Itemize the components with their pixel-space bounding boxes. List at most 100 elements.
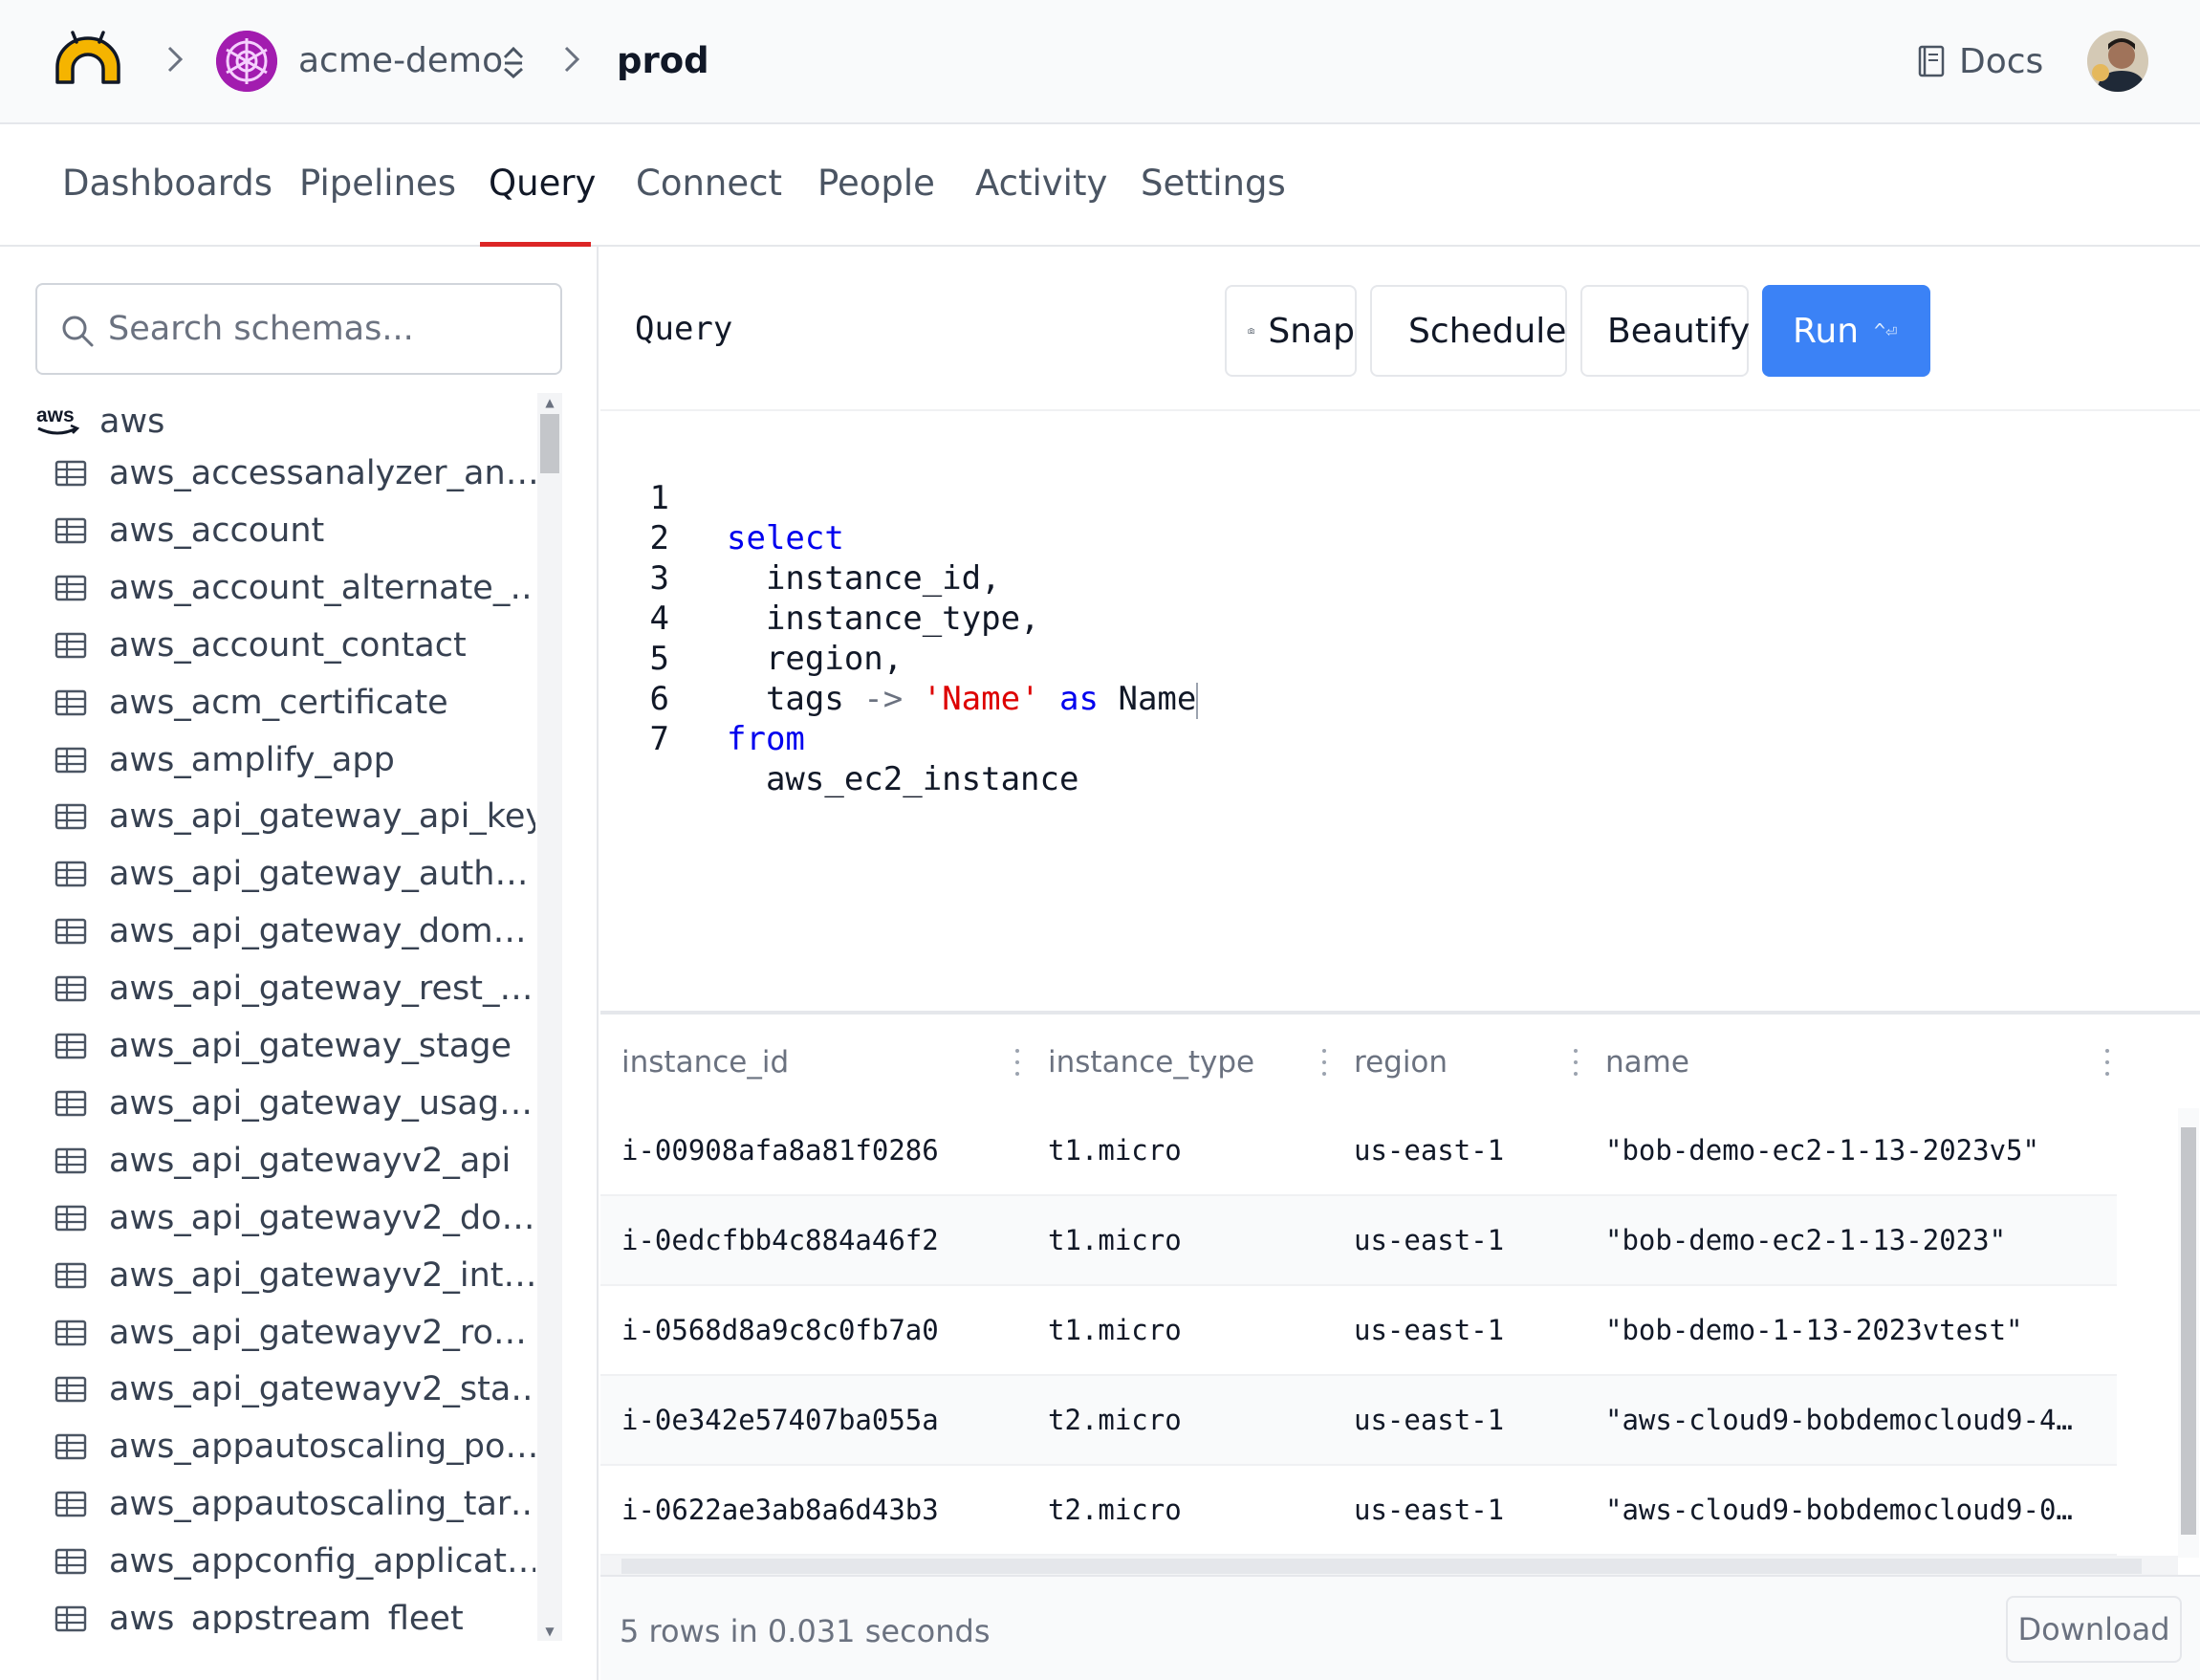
sidebar-table-item[interactable]: aws_api_gatewayv2_domain_name <box>54 1194 535 1242</box>
results-status: 5 rows in 0.031 seconds <box>620 1613 991 1649</box>
sql-editor[interactable]: 1 select 2 instance_id, 3 instance_type,… <box>600 413 2200 1011</box>
table-row[interactable]: i-0622ae3ab8a6d43b3 t2.micro us-east-1 "… <box>600 1466 2117 1556</box>
sidebar-table-item[interactable]: aws_api_gateway_domain_name <box>54 907 535 955</box>
results-horizontal-scrollbar[interactable] <box>600 1556 2178 1577</box>
tab-people[interactable]: People <box>817 163 935 205</box>
snap-button[interactable]: Snap <box>1225 285 1357 377</box>
schema-aws[interactable]: aws aws <box>34 398 164 446</box>
sidebar-table-item[interactable]: aws_acm_certificate <box>54 679 535 727</box>
sidebar-table-item[interactable]: aws_accessanalyzer_analyzer <box>54 449 535 497</box>
sidebar-table-item[interactable]: aws_appautoscaling_policy <box>54 1423 535 1471</box>
scroll-up-icon[interactable]: ▲ <box>537 393 562 412</box>
steampipe-logo-icon[interactable] <box>50 29 126 90</box>
code-line: 1 select <box>600 438 844 557</box>
workspace-name[interactable]: prod <box>617 42 709 80</box>
book-icon <box>1918 45 1945 77</box>
table-icon <box>54 862 87 887</box>
cell-instance-id[interactable]: i-0edcfbb4c884a46f2 <box>621 1221 1023 1259</box>
sidebar-table-item[interactable]: aws_account_alternate_contact <box>54 564 535 612</box>
cell-instance-type[interactable]: t2.micro <box>1048 1401 1335 1439</box>
cell-instance-type[interactable]: t1.micro <box>1048 1311 1335 1349</box>
schedule-button[interactable]: Schedule <box>1370 285 1567 377</box>
download-button[interactable]: Download <box>2006 1596 2182 1663</box>
cell-region[interactable]: us-east-1 <box>1354 1491 1583 1529</box>
user-avatar[interactable] <box>2087 31 2148 92</box>
scrollbar-thumb[interactable] <box>540 414 559 473</box>
beautify-button[interactable]: Beautify ^B <box>1580 285 1788 377</box>
cell-region[interactable]: us-east-1 <box>1354 1311 1583 1349</box>
code-text: tags <box>727 680 864 718</box>
tab-settings[interactable]: Settings <box>1141 163 1286 205</box>
sidebar-table-item[interactable]: aws_appconfig_application <box>54 1538 535 1585</box>
run-button[interactable]: Run ^⏎ <box>1762 285 1930 377</box>
cell-instance-id[interactable]: i-0622ae3ab8a6d43b3 <box>621 1491 1023 1529</box>
tab-activity[interactable]: Activity <box>975 163 1107 205</box>
sidebar-table-item[interactable]: aws_appautoscaling_target <box>54 1480 535 1528</box>
sidebar-table-item[interactable]: aws_api_gateway_stage <box>54 1022 535 1070</box>
tab-query[interactable]: Query <box>489 163 596 205</box>
tab-connect[interactable]: Connect <box>636 163 782 205</box>
cell-region[interactable]: us-east-1 <box>1354 1221 1583 1259</box>
column-header-instance-type[interactable]: instance_type <box>1048 1043 1254 1081</box>
sidebar-scrollbar[interactable]: ▲ ▼ <box>537 393 562 1641</box>
schedule-label: Schedule <box>1408 311 1567 351</box>
chevron-up-down-icon[interactable] <box>501 44 526 80</box>
schema-search[interactable] <box>35 283 562 375</box>
cell-instance-id[interactable]: i-0568d8a9c8c0fb7a0 <box>621 1311 1023 1349</box>
cell-name[interactable]: "aws-cloud9-bobdemocloud9-0… <box>1605 1491 2112 1529</box>
code-line: 3 instance_type, <box>600 518 1040 638</box>
table-icon <box>54 1320 87 1345</box>
cell-instance-type[interactable]: t1.micro <box>1048 1221 1335 1259</box>
table-icon <box>54 1377 87 1403</box>
scrollbar-thumb[interactable] <box>2181 1127 2196 1535</box>
results-vertical-scrollbar[interactable] <box>2178 1108 2199 1558</box>
sidebar-table-item[interactable]: aws_api_gateway_usage_plan <box>54 1080 535 1127</box>
cell-region[interactable]: us-east-1 <box>1354 1131 1583 1169</box>
table-name: aws_amplify_app <box>109 740 395 779</box>
cell-instance-type[interactable]: t2.micro <box>1048 1491 1335 1529</box>
schema-search-input[interactable] <box>108 300 548 358</box>
column-menu-icon[interactable] <box>1013 1043 1021 1081</box>
tab-pipelines[interactable]: Pipelines <box>299 163 456 205</box>
docs-link[interactable]: Docs <box>1917 40 2043 82</box>
scroll-down-icon[interactable]: ▼ <box>537 1622 562 1641</box>
cell-instance-type[interactable]: t1.micro <box>1048 1131 1335 1169</box>
sidebar-table-item[interactable]: aws_appstream_fleet <box>54 1595 535 1633</box>
scrollbar-thumb[interactable] <box>621 1559 2142 1574</box>
cell-instance-id[interactable]: i-0e342e57407ba055a <box>621 1401 1023 1439</box>
org-name[interactable]: acme-demo <box>298 42 503 80</box>
column-menu-icon[interactable] <box>1320 1043 1328 1081</box>
table-row[interactable]: i-00908afa8a81f0286 t1.micro us-east-1 "… <box>600 1106 2117 1196</box>
top-bar: acme-demo prod Docs <box>0 0 2200 124</box>
sidebar-table-item[interactable]: aws_api_gateway_authorizer <box>54 850 535 898</box>
tab-dashboards[interactable]: Dashboards <box>62 163 272 205</box>
column-header-region[interactable]: region <box>1354 1043 1448 1081</box>
camera-icon <box>1248 328 1254 334</box>
sidebar-table-item[interactable]: aws_api_gatewayv2_stage <box>54 1365 535 1413</box>
table-row[interactable]: i-0e342e57407ba055a t2.micro us-east-1 "… <box>600 1376 2117 1466</box>
cell-name[interactable]: "bob-demo-ec2-1-13-2023v5" <box>1605 1131 2112 1169</box>
sidebar-table-item[interactable]: aws_api_gatewayv2_integration <box>54 1252 535 1299</box>
table-row[interactable]: i-0568d8a9c8c0fb7a0 t1.micro us-east-1 "… <box>600 1286 2117 1376</box>
cell-name[interactable]: "aws-cloud9-bobdemocloud9-4… <box>1605 1401 2112 1439</box>
table-name: aws_api_gatewayv2_integration <box>109 1255 535 1295</box>
cell-region[interactable]: us-east-1 <box>1354 1401 1583 1439</box>
sidebar-table-item[interactable]: aws_api_gatewayv2_api <box>54 1137 535 1185</box>
cell-name[interactable]: "bob-demo-1-13-2023vtest" <box>1605 1311 2112 1349</box>
sidebar-table-item[interactable]: aws_api_gateway_rest_api <box>54 965 535 1013</box>
column-menu-icon[interactable] <box>2103 1043 2111 1081</box>
sidebar-table-item[interactable]: aws_account <box>54 507 535 555</box>
org-avatar-icon[interactable] <box>216 31 277 92</box>
run-label: Run <box>1793 311 1860 351</box>
table-name: aws_api_gatewayv2_stage <box>109 1370 535 1409</box>
column-header-name[interactable]: name <box>1605 1043 1689 1081</box>
table-row[interactable]: i-0edcfbb4c884a46f2 t1.micro us-east-1 "… <box>600 1196 2117 1286</box>
sidebar-table-item[interactable]: aws_account_contact <box>54 622 535 669</box>
column-header-instance-id[interactable]: instance_id <box>621 1043 789 1081</box>
sidebar-table-item[interactable]: aws_api_gatewayv2_route <box>54 1309 535 1357</box>
column-menu-icon[interactable] <box>1572 1043 1579 1081</box>
sidebar-table-item[interactable]: aws_api_gateway_api_key <box>54 793 535 840</box>
sidebar-table-item[interactable]: aws_amplify_app <box>54 736 535 784</box>
cell-name[interactable]: "bob-demo-ec2-1-13-2023" <box>1605 1221 2112 1259</box>
cell-instance-id[interactable]: i-00908afa8a81f0286 <box>621 1131 1023 1169</box>
